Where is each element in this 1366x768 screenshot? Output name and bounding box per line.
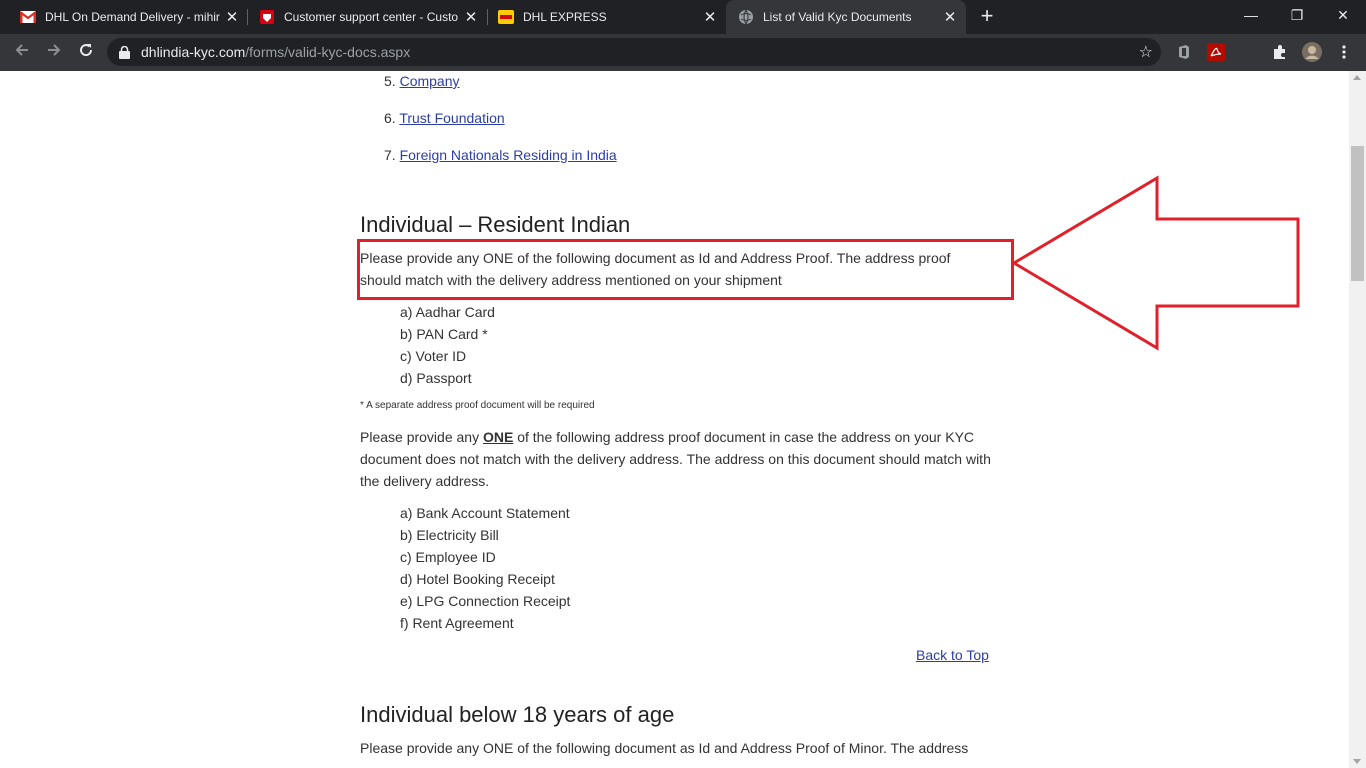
highlight-box	[357, 239, 1014, 300]
address-document-list: a) Bank Account Statement b) Electricity…	[400, 502, 570, 634]
address-intro-pre: Please provide any	[360, 429, 483, 445]
toc-number: 7.	[384, 147, 396, 163]
list-item: c) Voter ID	[400, 348, 467, 364]
back-button[interactable]	[8, 38, 36, 66]
forward-button[interactable]	[40, 38, 68, 66]
tab-customer-support[interactable]: Customer support center - Custo ✕	[247, 0, 487, 34]
back-to-top-link[interactable]: Back to Top	[916, 647, 989, 663]
toc-link[interactable]: Company	[400, 73, 460, 89]
section-heading-resident-indian: Individual – Resident Indian	[360, 212, 631, 237]
reload-button[interactable]	[72, 38, 100, 66]
office-extension-icon[interactable]	[1174, 42, 1194, 62]
close-icon[interactable]: ✕	[461, 8, 481, 26]
browser-toolbar: dhlindia-kyc.com/forms/valid-kyc-docs.as…	[0, 34, 1366, 71]
list-item: f) Rent Agreement	[400, 615, 514, 631]
list-item: e) LPG Connection Receipt	[400, 593, 571, 609]
section-heading-minor: Individual below 18 years of age	[360, 702, 675, 727]
address-proof-instructions: Please provide any ONE of the following …	[360, 426, 992, 492]
reload-icon	[80, 44, 93, 57]
toc-number: 6.	[384, 110, 396, 126]
list-item: d) Hotel Booking Receipt	[400, 571, 555, 587]
star-icon[interactable]: ☆	[1139, 42, 1153, 62]
puzzle-icon[interactable]	[1270, 42, 1290, 62]
list-item: a) Bank Account Statement	[400, 505, 570, 521]
arrow-right-icon	[48, 44, 61, 56]
scroll-down-icon[interactable]	[1353, 759, 1361, 764]
tab-title: DHL EXPRESS	[523, 10, 607, 24]
close-icon[interactable]: ✕	[940, 8, 960, 26]
dhl-shield-icon	[259, 9, 275, 25]
lock-icon	[119, 45, 131, 59]
close-icon[interactable]: ✕	[700, 8, 720, 26]
close-icon[interactable]: ✕	[222, 8, 242, 26]
tab-title: List of Valid Kyc Documents	[763, 10, 912, 24]
scroll-up-icon[interactable]	[1353, 75, 1361, 80]
scrollbar-thumb[interactable]	[1351, 146, 1364, 281]
toc-link[interactable]: Trust Foundation	[399, 110, 504, 126]
minimize-button[interactable]: —	[1228, 0, 1274, 30]
toc-item-company: 5. Company	[384, 73, 460, 89]
address-intro-emphasis: ONE	[482, 429, 514, 445]
gmail-icon	[20, 9, 36, 25]
pdf-extension-icon[interactable]	[1206, 42, 1226, 62]
tab-gmail[interactable]: DHL On Demand Delivery - mihir ✕	[8, 0, 248, 34]
toc-item-foreign: 7. Foreign Nationals Residing in India	[384, 147, 617, 163]
toc-number: 5.	[384, 73, 396, 89]
list-item: b) Electricity Bill	[400, 527, 499, 543]
tab-title: Customer support center - Custo	[284, 10, 459, 24]
browser-chrome: DHL On Demand Delivery - mihir ✕ Custome…	[0, 0, 1366, 71]
pointer-arrow-icon	[1011, 175, 1300, 351]
vertical-scrollbar[interactable]	[1349, 71, 1366, 768]
page-viewport: 5. Company 6. Trust Foundation 7. Foreig…	[0, 71, 1349, 768]
avatar[interactable]	[1302, 42, 1322, 62]
restore-button[interactable]: ❐	[1274, 0, 1320, 30]
list-item: c) Employee ID	[400, 549, 496, 565]
url-path: /forms/valid-kyc-docs.aspx	[245, 44, 411, 60]
arrow-left-icon	[15, 44, 28, 56]
tab-title: DHL On Demand Delivery - mihir	[45, 10, 220, 24]
url-text: dhlindia-kyc.com/forms/valid-kyc-docs.as…	[141, 44, 410, 60]
window-close-button[interactable]: ✕	[1320, 0, 1366, 30]
minor-instructions: Please provide any ONE of the following …	[360, 740, 969, 756]
list-item: a) Aadhar Card	[400, 304, 495, 320]
new-tab-button[interactable]: +	[975, 4, 999, 28]
toc-link[interactable]: Foreign Nationals Residing in India	[400, 147, 617, 163]
footnote: * A separate address proof document will…	[360, 400, 595, 411]
tab-strip: DHL On Demand Delivery - mihir ✕ Custome…	[0, 0, 1366, 34]
globe-icon	[738, 9, 754, 25]
dhl-yellow-icon	[498, 9, 514, 25]
menu-icon[interactable]	[1334, 42, 1354, 62]
tab-dhl-express[interactable]: DHL EXPRESS ✕	[486, 0, 726, 34]
list-item: d) Passport	[400, 370, 472, 386]
list-item: b) PAN Card *	[400, 326, 488, 342]
url-host: dhlindia-kyc.com	[141, 44, 246, 60]
address-bar[interactable]: dhlindia-kyc.com/forms/valid-kyc-docs.as…	[107, 38, 1161, 66]
toc-item-trust: 6. Trust Foundation	[384, 110, 505, 126]
id-document-list: a) Aadhar Card b) PAN Card * c) Voter ID…	[400, 301, 495, 389]
tab-kyc-documents[interactable]: List of Valid Kyc Documents ✕	[726, 0, 966, 34]
